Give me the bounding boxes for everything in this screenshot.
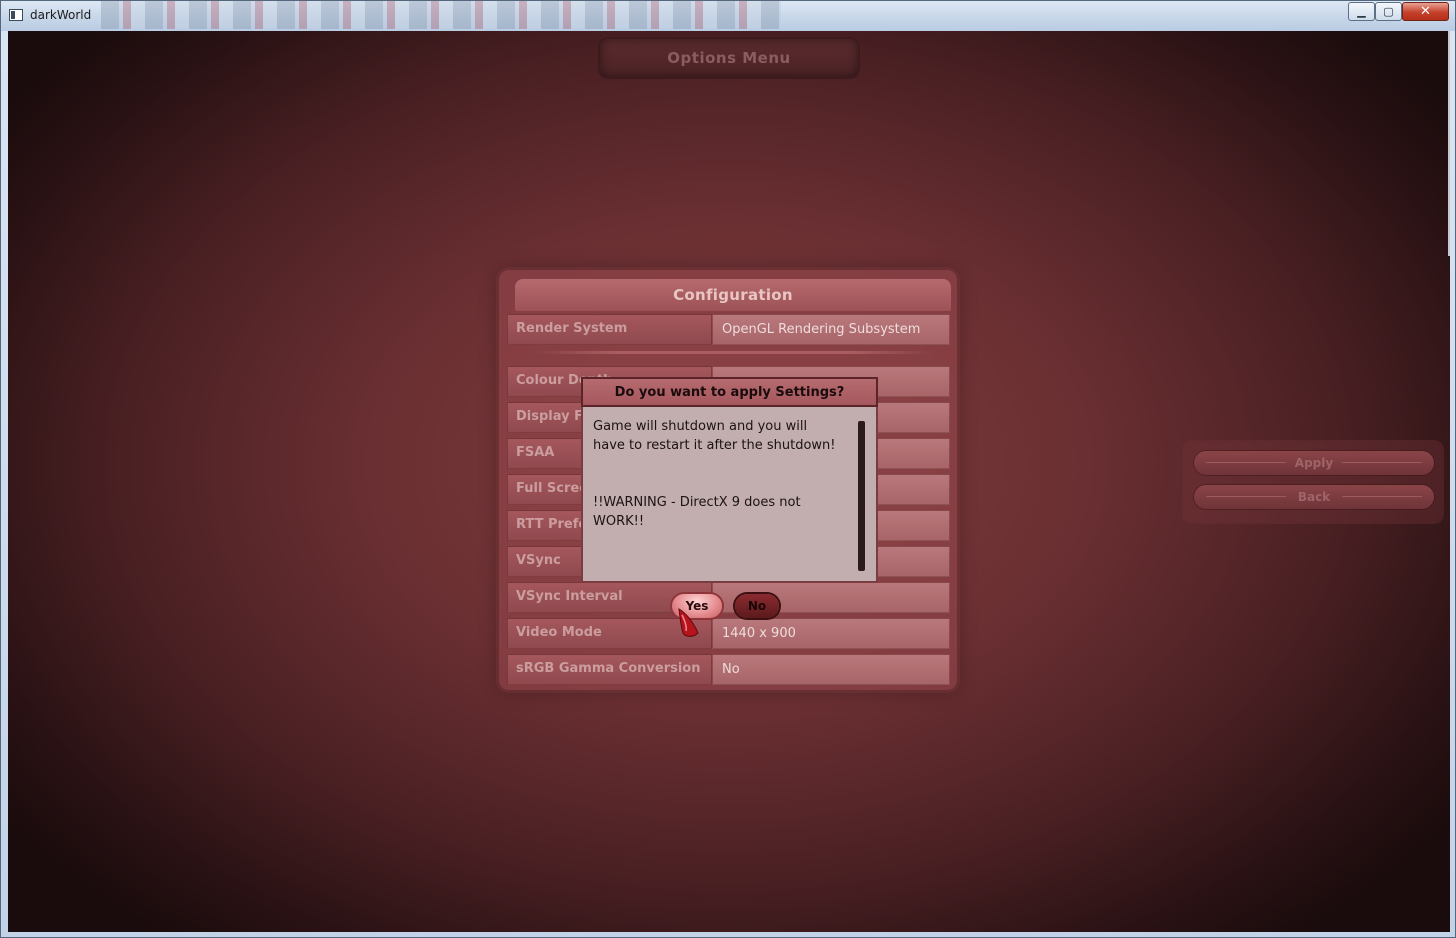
- app-window-icon[interactable]: [9, 9, 23, 21]
- close-button[interactable]: ✕: [1402, 2, 1449, 21]
- maximize-button[interactable]: ▢: [1375, 2, 1402, 21]
- dialog-title: Do you want to apply Settings?: [581, 377, 878, 407]
- config-row-srgb-gamma-conversion[interactable]: sRGB Gamma Conversion No: [507, 654, 950, 685]
- minimize-button[interactable]: ▁: [1348, 2, 1375, 21]
- dialog-warning-line: !!WARNING - DirectX 9 does not: [593, 495, 801, 510]
- config-row-value[interactable]: No: [712, 654, 950, 685]
- dialog-body: Game will shutdown and you will have to …: [581, 407, 878, 583]
- dialog-scrollbar[interactable]: [858, 421, 865, 571]
- app-window: darkWorld ▁ ▢ ✕ Options Menu Configurati…: [0, 0, 1456, 938]
- config-row-vsync-interval[interactable]: VSync Interval: [507, 582, 950, 613]
- background-taskbar-strip: [101, 1, 781, 29]
- configuration-title: Configuration: [515, 279, 951, 311]
- no-button[interactable]: No: [735, 594, 779, 618]
- config-row-value[interactable]: OpenGL Rendering Subsystem: [712, 314, 950, 345]
- dialog-message-line: Game will shutdown and you will: [593, 419, 808, 434]
- dialog-warning-line: WORK!!: [593, 514, 645, 529]
- title-bar[interactable]: darkWorld ▁ ▢ ✕: [1, 1, 1455, 31]
- config-row-render-system[interactable]: Render System OpenGL Rendering Subsystem: [507, 314, 950, 345]
- back-button[interactable]: Back: [1194, 485, 1434, 509]
- options-menu-header: Options Menu: [600, 39, 858, 77]
- apply-button[interactable]: Apply: [1194, 451, 1434, 475]
- right-edge-line: [1448, 31, 1450, 256]
- config-row-label: sRGB Gamma Conversion: [507, 654, 712, 685]
- config-row-value[interactable]: 1440 x 900: [712, 618, 950, 649]
- dialog-message-line: have to restart it after the shutdown!: [593, 438, 836, 453]
- window-title: darkWorld: [30, 8, 92, 22]
- config-row-label: Render System: [507, 314, 712, 345]
- mouse-cursor-icon: [678, 608, 699, 637]
- divider: [535, 351, 933, 354]
- game-viewport: Options Menu Configuration Render System…: [8, 31, 1450, 932]
- config-row-video-mode[interactable]: Video Mode 1440 x 900: [507, 618, 950, 649]
